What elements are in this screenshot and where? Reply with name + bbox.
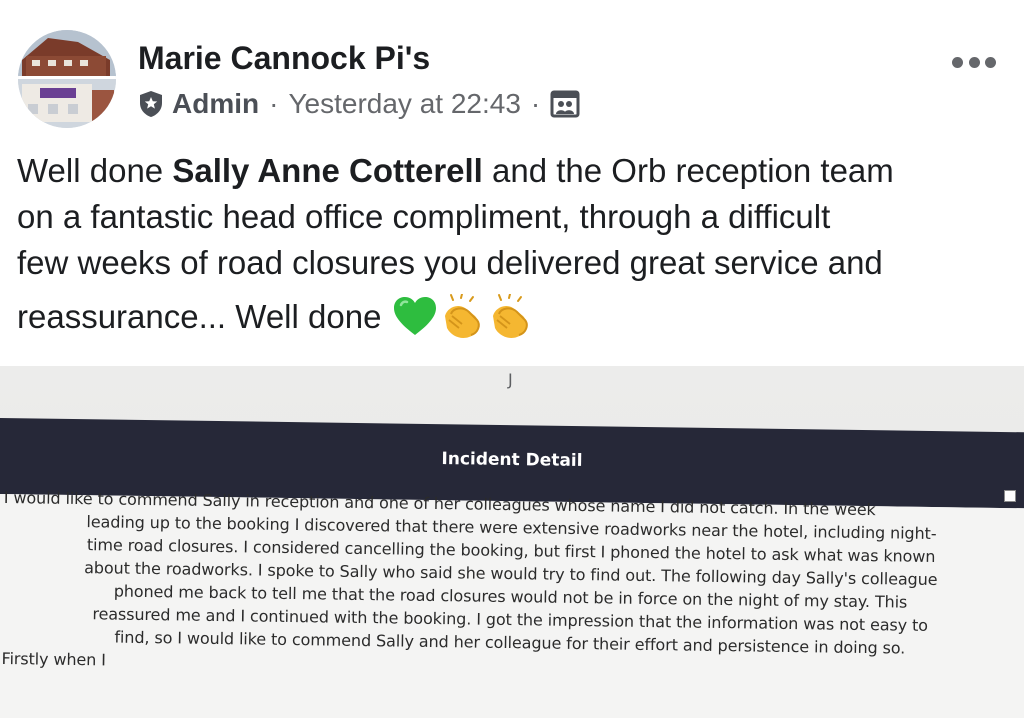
tagged-person[interactable]: Sally Anne Cotterell — [172, 152, 483, 189]
post-photo[interactable]: J Incident Detail I would like to commen… — [0, 366, 1024, 718]
author-name[interactable]: Marie Cannock Pi's — [138, 40, 430, 77]
separator-dot: · — [530, 88, 541, 119]
post-line-3: few weeks of road closures you delivered… — [17, 244, 883, 281]
photo-top-mark: J — [508, 370, 513, 389]
more-options-button[interactable] — [952, 50, 996, 74]
post-meta: Admin · Yesterday at 22:43 · — [138, 86, 580, 122]
separator-dot: · — [269, 88, 279, 119]
green-heart-icon — [394, 297, 437, 335]
timestamp[interactable]: Yesterday at 22:43 — [288, 88, 520, 120]
page-avatar[interactable] — [18, 30, 116, 128]
post-line-2: on a fantastic head office compliment, t… — [17, 198, 831, 235]
clapping-hands-icon — [493, 294, 529, 338]
clapping-hands-icon — [445, 294, 481, 338]
incident-text: I would like to commend Sally in recepti… — [1, 486, 1019, 684]
post-message: Well done Sally Anne Cotterell and the O… — [17, 148, 1012, 340]
more-dots-icon — [968, 56, 980, 68]
group-icon[interactable] — [550, 90, 580, 118]
admin-badge: Admin — [172, 88, 260, 119]
emoji-group — [393, 294, 533, 340]
more-dots-icon — [952, 56, 963, 68]
post-header: Marie Cannock Pi's Admin · Yesterday at … — [0, 0, 1024, 140]
post-line-4: reassurance... Well done — [17, 294, 1012, 340]
post-line-1: Well done Sally Anne Cotterell and the O… — [17, 152, 894, 189]
more-dots-icon — [985, 56, 996, 68]
hotel-photo-icon — [18, 30, 116, 128]
admin-shield-icon — [140, 91, 162, 117]
